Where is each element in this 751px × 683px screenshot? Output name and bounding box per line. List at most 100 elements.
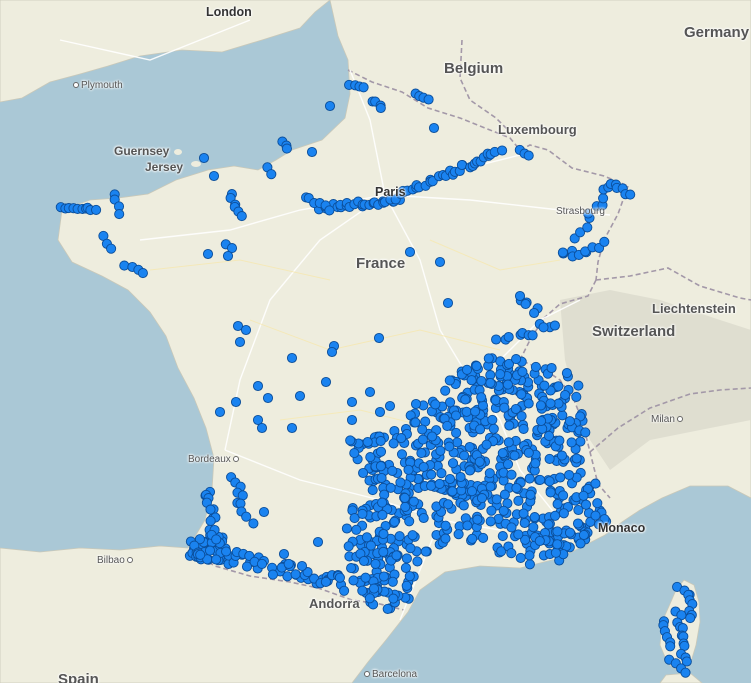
location-marker[interactable] [472,514,483,525]
location-marker[interactable] [400,562,411,573]
location-marker[interactable] [456,159,467,171]
location-marker[interactable] [378,528,389,540]
location-marker[interactable] [294,390,306,402]
location-marker[interactable] [530,458,541,469]
location-marker[interactable] [517,366,528,377]
location-marker[interactable] [410,417,421,428]
location-marker[interactable] [326,346,338,358]
location-marker[interactable] [564,469,575,481]
location-marker[interactable] [460,394,471,405]
location-marker[interactable] [357,508,368,519]
location-marker[interactable] [625,189,636,200]
location-marker[interactable] [571,391,582,402]
location-marker[interactable] [349,448,360,459]
location-marker[interactable] [523,447,534,458]
location-marker[interactable] [572,518,584,529]
location-marker[interactable] [474,456,485,467]
location-marker[interactable] [447,458,459,469]
location-marker[interactable] [256,558,268,569]
location-marker[interactable] [451,427,462,438]
location-marker[interactable] [367,485,378,496]
location-marker[interactable] [388,593,399,604]
location-marker[interactable] [416,448,427,459]
location-marker[interactable] [578,529,589,541]
location-marker[interactable] [401,580,412,591]
location-marker[interactable] [256,422,268,434]
location-marker[interactable] [455,471,466,483]
location-marker[interactable] [509,450,520,461]
location-marker[interactable] [404,246,416,258]
map-canvas[interactable]: Belgium Luxembourg Germany France Switze… [0,0,751,683]
location-marker[interactable] [440,533,451,544]
location-marker[interactable] [418,461,429,473]
location-marker[interactable] [351,524,362,535]
location-marker[interactable] [511,482,522,494]
location-marker[interactable] [477,400,489,411]
location-marker[interactable] [442,297,454,309]
location-marker[interactable] [417,434,428,445]
location-marker[interactable] [545,398,556,409]
location-marker[interactable] [476,375,487,387]
location-marker[interactable] [428,122,440,134]
location-marker[interactable] [445,397,456,408]
location-marker[interactable] [527,330,538,341]
location-marker[interactable] [399,492,410,503]
location-marker[interactable] [529,307,540,319]
location-marker[interactable] [373,332,385,344]
location-marker[interactable] [524,559,535,570]
location-marker[interactable] [401,553,412,564]
location-marker[interactable] [580,499,592,510]
location-marker[interactable] [377,497,388,508]
location-marker[interactable] [513,529,524,540]
location-marker[interactable] [236,211,247,222]
location-marker[interactable] [296,560,308,572]
location-marker[interactable] [442,420,453,431]
location-marker[interactable] [566,437,577,448]
location-marker[interactable] [375,446,387,457]
location-marker[interactable] [503,437,514,448]
location-marker[interactable] [511,354,522,365]
location-marker[interactable] [554,435,565,446]
location-marker[interactable] [575,538,586,549]
location-marker[interactable] [453,529,464,540]
location-marker[interactable] [578,490,589,501]
location-marker[interactable] [488,423,499,434]
location-marker[interactable] [395,477,406,488]
location-marker[interactable] [506,522,517,533]
location-marker[interactable] [544,476,555,487]
location-marker[interactable] [598,193,609,204]
location-marker[interactable] [358,467,369,479]
location-marker[interactable] [466,375,477,386]
location-marker[interactable] [518,423,529,434]
location-marker[interactable] [378,546,389,557]
location-marker[interactable] [384,400,396,412]
location-marker[interactable] [461,406,472,417]
location-marker[interactable] [387,576,398,587]
location-marker[interactable] [346,414,358,426]
location-marker[interactable] [426,480,437,491]
location-marker[interactable] [407,530,418,541]
location-marker[interactable] [484,468,495,479]
location-marker[interactable] [283,558,294,569]
location-marker[interactable] [382,603,393,614]
location-marker[interactable] [510,403,521,415]
location-marker[interactable] [513,495,524,506]
location-marker[interactable] [262,392,274,404]
location-marker[interactable] [529,512,540,523]
location-marker[interactable] [281,143,292,154]
location-marker[interactable] [266,169,277,180]
location-marker[interactable] [544,453,555,464]
location-marker[interactable] [524,550,535,561]
location-marker[interactable] [290,569,301,580]
location-marker[interactable] [418,512,429,524]
location-marker[interactable] [278,548,290,560]
location-marker[interactable] [358,555,370,567]
location-marker[interactable] [450,410,462,421]
location-marker[interactable] [582,222,593,233]
location-marker[interactable] [516,389,527,400]
location-marker[interactable] [518,508,529,519]
location-marker[interactable] [364,386,376,398]
location-marker[interactable] [404,571,415,582]
location-marker[interactable] [497,531,508,542]
location-marker[interactable] [443,499,454,510]
